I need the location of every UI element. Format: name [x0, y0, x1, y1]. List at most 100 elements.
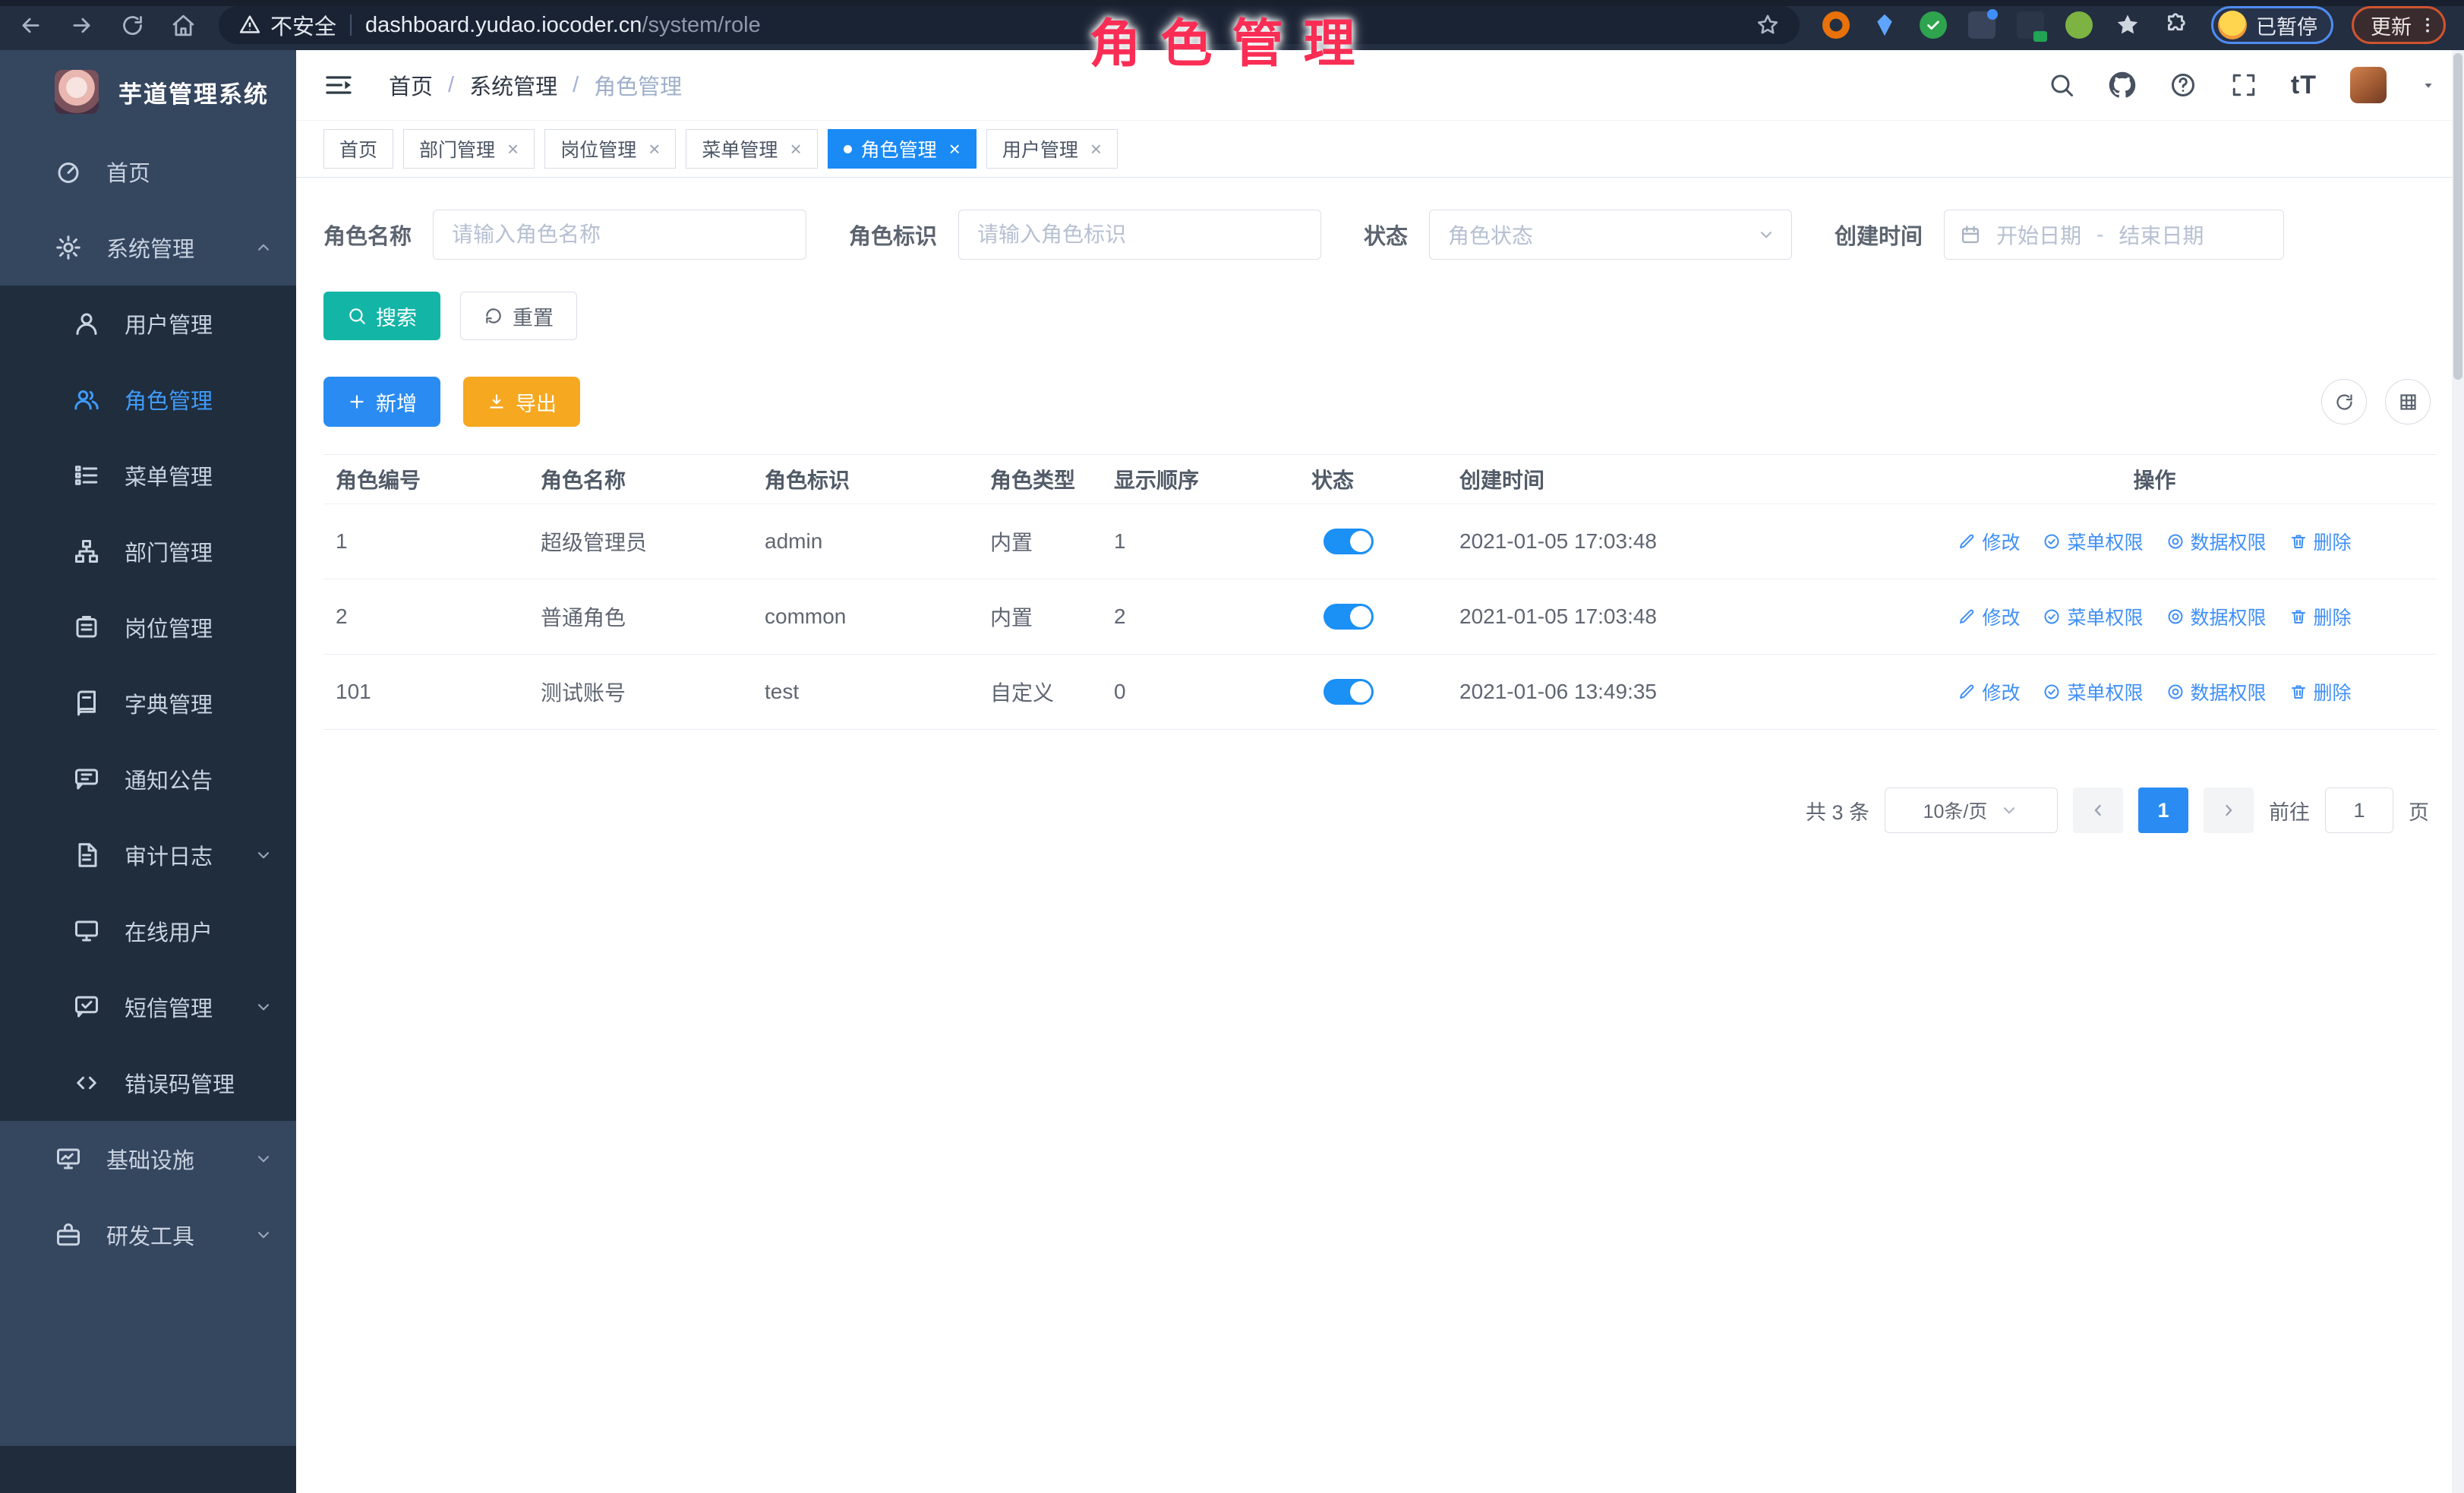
- tab-menu[interactable]: 菜单管理×: [686, 129, 817, 169]
- bookmark-star-icon[interactable]: [1756, 13, 1780, 37]
- row-action-menu-permission[interactable]: 菜单权限: [2043, 603, 2143, 630]
- breadcrumb-item[interactable]: 系统管理: [469, 69, 557, 101]
- forward-icon[interactable]: [69, 13, 94, 38]
- extensions-puzzle-icon[interactable]: [2163, 12, 2188, 38]
- row-action-data-permission[interactable]: 数据权限: [2166, 528, 2267, 555]
- sidebar-item-dept[interactable]: 部门管理: [0, 513, 296, 589]
- home-icon[interactable]: [171, 13, 196, 38]
- sidebar-item-dev-tool[interactable]: 研发工具: [0, 1197, 296, 1273]
- sidebar-item-label: 审计日志: [125, 839, 213, 871]
- status-select[interactable]: 角色状态: [1429, 210, 1792, 260]
- row-action-delete[interactable]: 删除: [2289, 678, 2352, 705]
- scrollbar-thumb[interactable]: [2453, 53, 2462, 380]
- font-size-icon[interactable]: tT: [2291, 71, 2317, 100]
- hamburger-icon[interactable]: [323, 70, 354, 100]
- tab-dept[interactable]: 部门管理×: [403, 129, 535, 169]
- check-icon: [1925, 17, 1942, 33]
- row-action-data-permission[interactable]: 数据权限: [2166, 678, 2267, 705]
- search-icon[interactable]: [2048, 71, 2075, 99]
- sidebar-item-audit-log[interactable]: 审计日志: [0, 817, 296, 893]
- status-toggle[interactable]: [1323, 604, 1374, 630]
- close-icon[interactable]: ×: [1090, 139, 1102, 159]
- app-title: 芋道管理系统: [118, 75, 269, 109]
- row-action-menu-permission[interactable]: 菜单权限: [2043, 678, 2143, 705]
- extension-icon-7[interactable]: [2114, 11, 2141, 39]
- browser-update-button[interactable]: 更新: [2352, 6, 2446, 44]
- next-page-button[interactable]: [2204, 788, 2254, 833]
- breadcrumb-item[interactable]: 首页: [389, 69, 433, 101]
- table-row: 1超级管理员admin内置12021-01-05 17:03:48修改菜单权限数…: [323, 504, 2437, 579]
- goto-page-input[interactable]: [2325, 788, 2393, 833]
- page-size-select[interactable]: 10条/页: [1885, 788, 2058, 833]
- sidebar-item-notice[interactable]: 通知公告: [0, 741, 296, 817]
- fullscreen-icon[interactable]: [2230, 71, 2257, 99]
- sidebar-item-user[interactable]: 用户管理: [0, 286, 296, 361]
- user-avatar[interactable]: [2350, 67, 2387, 103]
- user-icon: [73, 310, 100, 337]
- extension-icon-2[interactable]: [1871, 11, 1898, 39]
- refresh-table-button[interactable]: [2321, 379, 2367, 425]
- sidebar-item-infra[interactable]: 基础设施: [0, 1121, 296, 1197]
- reload-icon[interactable]: [120, 13, 145, 38]
- row-action-edit[interactable]: 修改: [1958, 603, 2020, 630]
- sidebar-item-menu[interactable]: 菜单管理: [0, 437, 296, 513]
- extension-icon-1[interactable]: [1822, 11, 1850, 39]
- security-chip[interactable]: 不安全: [238, 9, 336, 41]
- current-page-button[interactable]: 1: [2138, 788, 2188, 833]
- security-label: 不安全: [270, 9, 336, 41]
- reset-button[interactable]: 重置: [460, 292, 577, 340]
- row-action-menu-permission[interactable]: 菜单权限: [2043, 528, 2143, 555]
- row-action-edit[interactable]: 修改: [1958, 528, 2020, 555]
- sidebar-item-home[interactable]: 首页: [0, 134, 296, 210]
- browser-profile-pill[interactable]: 已暂停: [2211, 6, 2333, 44]
- date-range-picker[interactable]: 开始日期 - 结束日期: [1944, 210, 2284, 260]
- tab-post[interactable]: 岗位管理×: [544, 129, 676, 169]
- data-permission-icon: [2166, 608, 2185, 626]
- cell-status: [1299, 529, 1447, 554]
- app-logo-row[interactable]: 芋道管理系统: [0, 50, 296, 134]
- prev-page-button[interactable]: [2073, 788, 2123, 833]
- status-toggle[interactable]: [1323, 529, 1374, 554]
- sidebar-item-post[interactable]: 岗位管理: [0, 589, 296, 665]
- role-name-input[interactable]: [433, 210, 806, 260]
- address-bar[interactable]: 不安全 dashboard.yudao.iocoder.cn/system/ro…: [219, 6, 1800, 44]
- column-settings-button[interactable]: [2385, 379, 2431, 425]
- edit-icon: [1958, 532, 1976, 551]
- sidebar-item-error-code[interactable]: 错误码管理: [0, 1045, 296, 1121]
- close-icon[interactable]: ×: [648, 139, 660, 159]
- help-icon[interactable]: [2169, 71, 2197, 99]
- add-button[interactable]: 新增: [323, 377, 440, 427]
- role-name-label: 角色名称: [323, 219, 412, 251]
- extension-icon-3[interactable]: [1920, 11, 1947, 39]
- extension-icon-4[interactable]: [1968, 11, 1995, 39]
- tab-user[interactable]: 用户管理×: [986, 129, 1118, 169]
- row-action-edit[interactable]: 修改: [1958, 678, 2020, 705]
- sidebar-item-role[interactable]: 角色管理: [0, 361, 296, 437]
- role-key-input[interactable]: [958, 210, 1321, 260]
- kebab-menu-icon[interactable]: [2418, 15, 2437, 35]
- github-icon[interactable]: [2109, 71, 2136, 99]
- extension-icon-6[interactable]: [2065, 11, 2093, 39]
- sms-icon: [73, 993, 100, 1021]
- search-button[interactable]: 搜索: [323, 292, 440, 340]
- row-action-data-permission[interactable]: 数据权限: [2166, 603, 2267, 630]
- sidebar-item-online-user[interactable]: 在线用户: [0, 893, 296, 969]
- close-icon[interactable]: ×: [949, 139, 961, 159]
- status-toggle[interactable]: [1323, 679, 1374, 705]
- extension-icon-5[interactable]: [2017, 11, 2044, 39]
- close-icon[interactable]: ×: [507, 139, 519, 159]
- close-icon[interactable]: ×: [790, 139, 801, 159]
- filter-role-key: 角色标识: [849, 210, 1321, 260]
- row-action-delete[interactable]: 删除: [2289, 603, 2352, 630]
- row-action-delete[interactable]: 删除: [2289, 528, 2352, 555]
- role-key-label: 角色标识: [849, 219, 937, 251]
- caret-down-icon[interactable]: [2420, 77, 2437, 93]
- tab-home[interactable]: 首页: [323, 129, 393, 169]
- sidebar-item-sms[interactable]: 短信管理: [0, 969, 296, 1045]
- export-button[interactable]: 导出: [463, 377, 580, 427]
- sidebar-item-system[interactable]: 系统管理: [0, 210, 296, 286]
- back-icon[interactable]: [18, 13, 43, 38]
- page-scrollbar[interactable]: [2452, 50, 2464, 1493]
- sidebar-item-dict[interactable]: 字典管理: [0, 665, 296, 741]
- tab-role[interactable]: 角色管理×: [828, 129, 976, 169]
